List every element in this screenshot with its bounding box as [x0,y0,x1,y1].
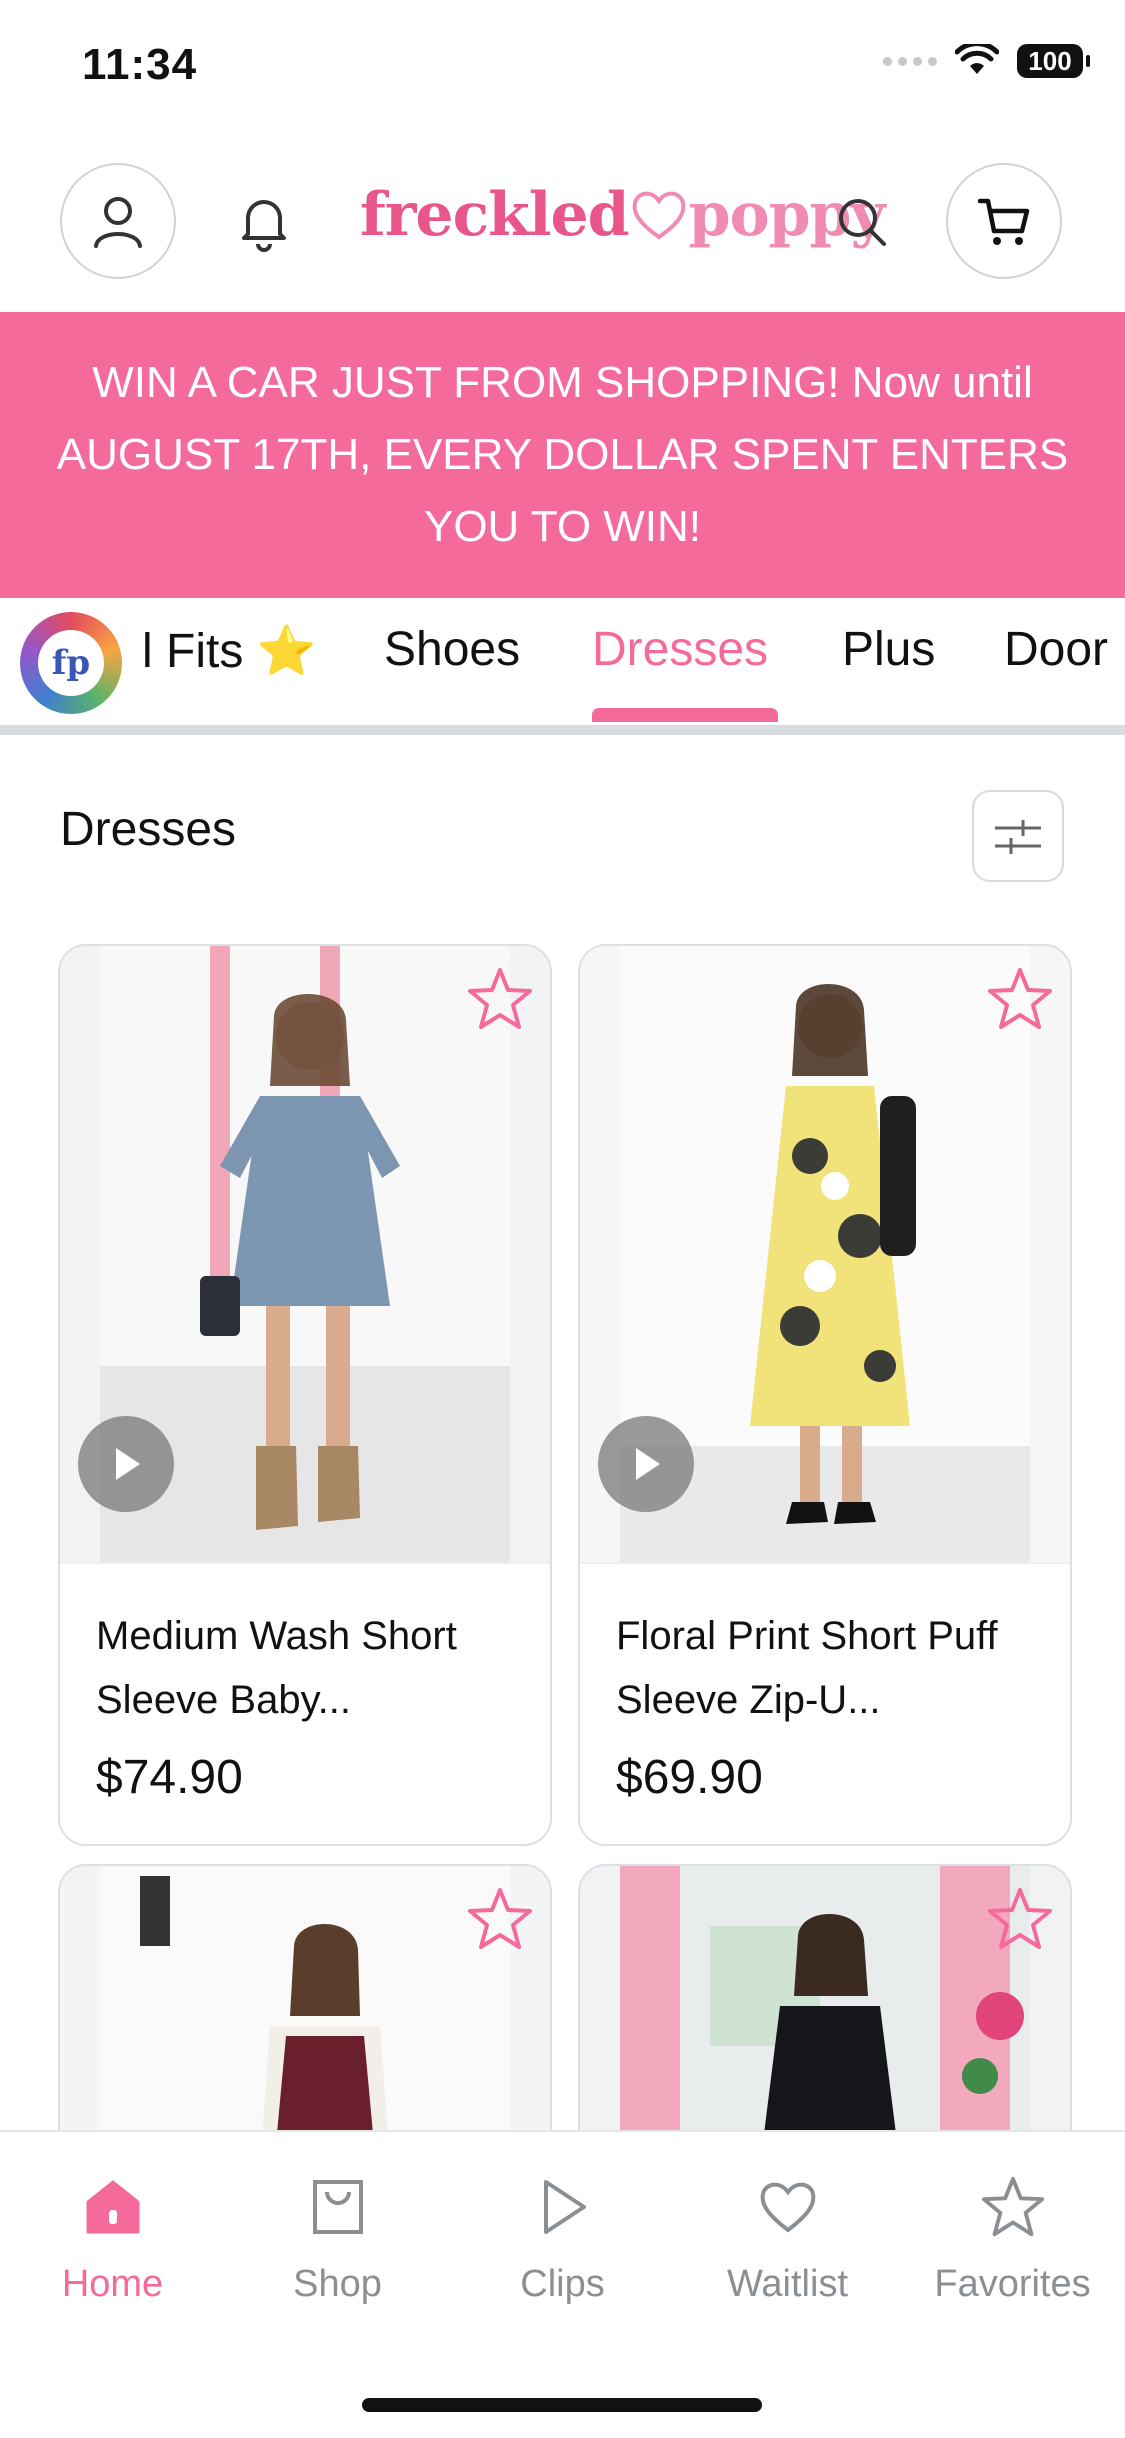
product-price: $74.90 [96,1751,243,1804]
product-name: Medium Wash Short Sleeve Baby... [96,1614,457,1722]
brand-logo[interactable]: freckled poppy [360,180,885,250]
star-icon [981,2176,1044,2237]
nav-shop-label: Shop [293,2263,382,2305]
logo-heart-icon [632,191,685,240]
nav-home[interactable]: Home [0,2174,225,2306]
favorite-star-button[interactable] [986,1886,1054,1957]
product-card[interactable] [58,1864,552,2164]
nav-waitlist[interactable]: Waitlist [675,2174,900,2306]
promo-banner-text: WIN A CAR JUST FROM SHOPPING! Now until … [56,358,1069,551]
logo-word-1: freckled [360,180,630,250]
product-price: $69.90 [616,1751,763,1804]
user-icon [94,197,142,248]
heart-icon [760,2182,815,2233]
play-video-button[interactable] [598,1416,694,1512]
tab-divider [0,725,1125,735]
shopping-bag-icon [312,2180,363,2234]
product-name: Floral Print Short Puff Sleeve Zip-U... [616,1614,998,1722]
nav-favorites-label: Favorites [934,2263,1091,2305]
bell-icon [242,200,286,252]
product-image[interactable] [580,946,1070,1562]
nav-clips[interactable]: Clips [450,2174,675,2306]
play-video-button[interactable] [78,1416,174,1512]
product-image[interactable] [60,946,550,1562]
nav-waitlist-label: Waitlist [726,2263,849,2305]
notifications-button[interactable] [232,190,296,259]
section-title: Dresses [60,803,237,856]
tab-fits[interactable]: l Fits ⭐ [142,622,316,679]
wifi-icon [955,44,999,74]
filter-button[interactable] [972,790,1064,882]
favorite-star-button[interactable] [986,966,1054,1037]
status-icons: 100 [883,44,1090,78]
product-card[interactable]: Medium Wash Short Sleeve Baby... $74.90 [58,944,552,1846]
play-icon [636,1448,660,1480]
cart-icon [977,198,1030,245]
search-icon [839,199,886,246]
favorite-star-button[interactable] [466,966,534,1037]
home-indicator [362,2398,762,2412]
play-icon [543,2180,586,2234]
cart-button[interactable] [946,163,1062,279]
brand-avatar-text: fp [38,630,104,696]
account-button[interactable] [60,163,176,279]
battery-level: 100 [1028,45,1072,76]
tab-plus[interactable]: Plus [842,622,935,677]
nav-favorites[interactable]: Favorites [900,2174,1125,2306]
nav-shop[interactable]: Shop [225,2174,450,2306]
tab-door[interactable]: Door [1004,622,1108,677]
product-card[interactable] [578,1864,1072,2164]
star-outline-icon [988,1888,1052,1949]
favorite-star-button[interactable] [466,1886,534,1957]
tab-dresses[interactable]: Dresses [592,622,768,677]
promo-banner[interactable]: WIN A CAR JUST FROM SHOPPING! Now until … [0,312,1125,598]
star-outline-icon [468,1888,532,1949]
product-image[interactable] [60,1866,550,2162]
product-info: Medium Wash Short Sleeve Baby... $74.90 [60,1562,550,1844]
product-card[interactable]: Floral Print Short Puff Sleeve Zip-U... … [578,944,1072,1846]
star-outline-icon [468,968,532,1029]
search-button[interactable] [832,192,892,257]
star-outline-icon [988,968,1052,1029]
sliders-icon [995,820,1041,854]
bottom-tab-bar: Home Shop Clips Waitlist Favorites [0,2130,1125,2438]
cellular-signal-icon [883,56,937,66]
play-icon [116,1448,140,1480]
product-image[interactable] [580,1866,1070,2162]
nav-clips-label: Clips [520,2263,605,2305]
battery-icon: 100 [1017,44,1090,78]
active-tab-indicator [592,708,778,722]
brand-avatar[interactable]: fp [20,612,122,714]
home-icon [86,2180,139,2234]
product-info: Floral Print Short Puff Sleeve Zip-U... … [580,1562,1070,1844]
nav-home-label: Home [61,2263,164,2305]
status-time: 11:34 [82,40,198,89]
tab-shoes[interactable]: Shoes [384,622,520,677]
